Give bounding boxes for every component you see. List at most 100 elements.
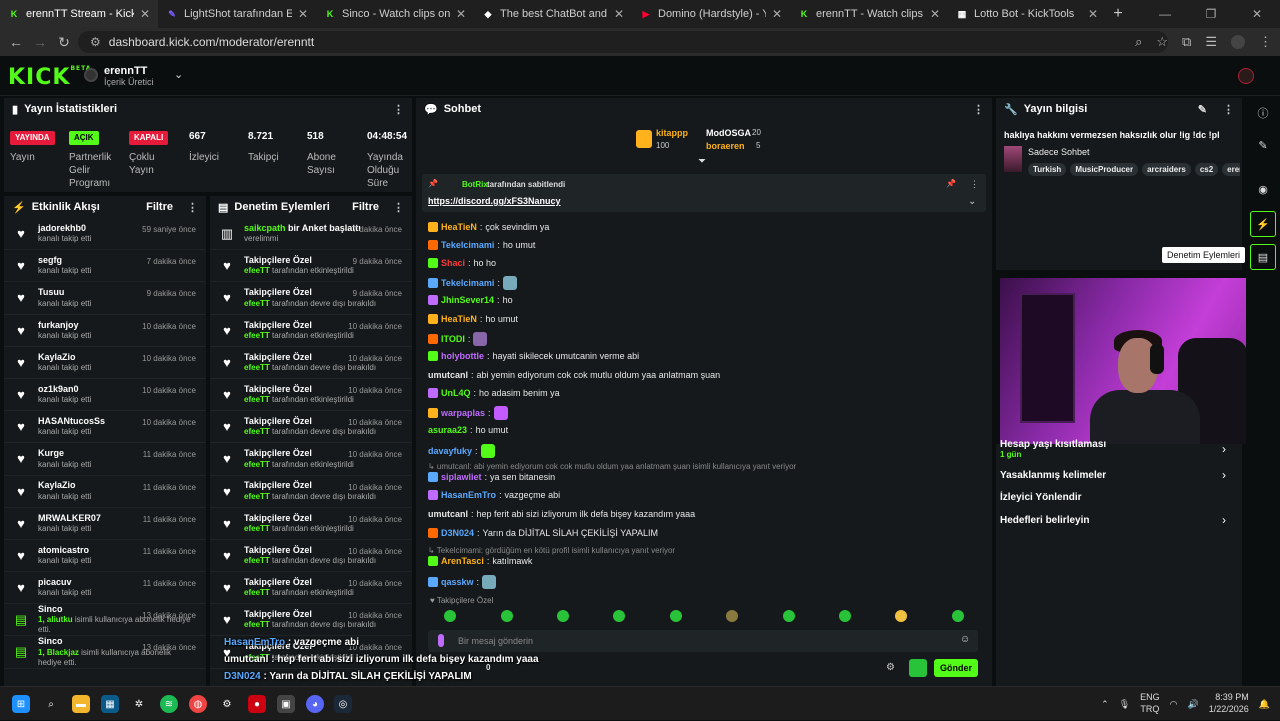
spotify-icon[interactable]: ≋ xyxy=(160,695,178,713)
clock[interactable]: 8:39 PM 1/22/2026 xyxy=(1209,692,1249,715)
tab-close-icon[interactable]: ✕ xyxy=(614,7,624,21)
mic-tray-icon[interactable]: 🎙 xyxy=(1119,699,1130,710)
quick-emote-icon[interactable] xyxy=(951,610,964,622)
pinned-link[interactable]: https://discord.gg/xFS3Nanucy xyxy=(428,196,561,206)
modlog-moderator[interactable]: efeeTT xyxy=(244,620,272,629)
chat-username[interactable]: asuraa23 xyxy=(428,425,467,435)
volume-icon[interactable]: 🔊 xyxy=(1188,699,1199,710)
modlog-moderator[interactable]: efeeTT xyxy=(244,556,272,565)
stats-menu-icon[interactable]: ⋮ xyxy=(393,103,404,116)
quick-emote-icon[interactable] xyxy=(556,610,569,622)
quick-emote-icon[interactable] xyxy=(895,610,908,622)
extensions-icon[interactable]: ⧉ xyxy=(1182,34,1191,50)
maximize-icon[interactable]: ❐ xyxy=(1188,0,1234,28)
chat-username[interactable]: Shaci xyxy=(441,258,465,268)
forward-icon[interactable]: → xyxy=(28,34,52,50)
quick-emote-icon[interactable] xyxy=(838,610,851,622)
chat-username[interactable]: Tekelcimami xyxy=(441,240,494,250)
obs-icon[interactable]: ● xyxy=(248,695,266,713)
chat-username[interactable]: umutcanl xyxy=(428,509,468,519)
chat-username[interactable]: JhinSever14 xyxy=(441,295,494,305)
mic-icon[interactable] xyxy=(438,634,444,647)
chat-username[interactable]: UnL4Q xyxy=(441,388,471,398)
modlog-moderator[interactable]: efeeTT xyxy=(244,395,272,404)
banned-words[interactable]: Yasaklanmış kelimeler xyxy=(1000,470,1106,481)
modlog-moderator[interactable]: efeeTT xyxy=(244,299,272,308)
viewer-redirect[interactable]: İzleyici Yönlendir xyxy=(1000,492,1082,503)
quick-emote-icon[interactable] xyxy=(444,610,457,622)
camera-icon[interactable]: ◉ xyxy=(1250,176,1276,202)
app-icon[interactable]: ⚙ xyxy=(218,695,236,713)
tab-close-icon[interactable]: ✕ xyxy=(140,7,150,21)
chevron-right-icon[interactable]: › xyxy=(1222,513,1226,527)
wifi-icon[interactable]: ◠ xyxy=(1170,699,1178,710)
quick-emote-icon[interactable] xyxy=(726,610,739,622)
profile-avatar[interactable] xyxy=(1231,35,1245,49)
chevron-down-icon[interactable]: ⌄ xyxy=(174,68,183,81)
chevron-right-icon[interactable]: › xyxy=(1222,442,1226,456)
back-icon[interactable]: ← xyxy=(4,34,28,50)
browser-menu-icon[interactable]: ⋮ xyxy=(1259,34,1272,50)
chevron-right-icon[interactable]: › xyxy=(1222,468,1226,482)
notification-icon[interactable]: 🔔 xyxy=(1259,699,1270,710)
search-icon[interactable]: ⌕ xyxy=(42,695,60,713)
file-explorer-icon[interactable]: ▬ xyxy=(72,695,90,713)
modlog-moderator[interactable]: efeeTT xyxy=(244,331,272,340)
unpin-icon[interactable]: 📌 xyxy=(946,179,956,188)
browser-tab[interactable]: ◆ The best ChatBot and Widgets ✕ xyxy=(474,0,632,28)
browser-tab[interactable]: ▦ Lotto Bot - KickTools ✕ xyxy=(948,0,1106,28)
expand-icon[interactable]: ⏷ xyxy=(698,156,706,167)
reload-icon[interactable]: ↻ xyxy=(52,34,76,51)
modlog-moderator[interactable]: efeeTT xyxy=(244,460,272,469)
new-tab-icon[interactable]: + xyxy=(1106,5,1130,23)
windows-start-icon[interactable]: ⊞ xyxy=(12,695,30,713)
lightning-icon[interactable]: ⚡ xyxy=(1250,211,1276,237)
chat-username[interactable]: HasanEmTro xyxy=(441,490,496,500)
quick-emote-icon[interactable] xyxy=(669,610,682,622)
modlog-moderator[interactable]: efeeTT xyxy=(244,588,272,597)
modlog-filter-button[interactable]: Filtre xyxy=(352,201,379,213)
store-icon[interactable]: ▦ xyxy=(101,695,119,713)
pencil-icon[interactable]: ✎ xyxy=(1250,132,1276,158)
stream-tag[interactable]: arcraiders xyxy=(1142,163,1191,176)
chat-username[interactable]: holybottle xyxy=(441,351,484,361)
browser-tab[interactable]: ✎ LightShot tarafından Ekran Gör ✕ xyxy=(158,0,316,28)
set-goals[interactable]: Hedefleri belirleyin xyxy=(1000,515,1089,526)
modlog-menu-icon[interactable]: ⋮ xyxy=(393,201,404,214)
top-user-name[interactable]: boraeren xyxy=(706,141,745,151)
chat-username[interactable]: davayfuky xyxy=(428,446,472,456)
browser-tab[interactable]: KerennTT - Watch clips on Kick ✕ xyxy=(790,0,948,28)
chat-username[interactable]: HeaTieN xyxy=(441,314,477,324)
stream-tag[interactable]: cs2 xyxy=(1194,163,1219,176)
modlog-moderator[interactable]: efeeTT xyxy=(244,492,272,501)
tab-close-icon[interactable]: ✕ xyxy=(456,7,466,21)
chat-input[interactable]: Bir mesaj gönderin ☺ xyxy=(428,630,978,652)
top-user-name[interactable]: ModOSGA xyxy=(706,128,751,138)
chat-username[interactable]: D3N024 xyxy=(441,528,474,538)
site-info-icon[interactable]: ⚙ xyxy=(90,35,101,49)
quick-emote-icon[interactable] xyxy=(613,610,626,622)
chat-username[interactable]: warpaplas xyxy=(441,408,485,418)
category-name[interactable]: Sadece Sohbet xyxy=(1028,147,1090,157)
activity-menu-icon[interactable]: ⋮ xyxy=(187,201,198,214)
tab-search-icon[interactable]: ☰ xyxy=(1205,34,1217,50)
modlog-moderator[interactable]: efeeTT xyxy=(244,266,272,275)
chevron-down-icon[interactable]: ⌄ xyxy=(968,196,976,207)
tab-close-icon[interactable]: ✕ xyxy=(298,7,308,21)
close-window-icon[interactable]: ✕ xyxy=(1234,0,1280,28)
chat-username[interactable]: Tekelcimami xyxy=(441,278,494,288)
modlog-moderator[interactable]: efeeTT xyxy=(244,427,272,436)
browser-tab[interactable]: ▶ Domino (Hardstyle) - YouTube ✕ xyxy=(632,0,790,28)
language-indicator[interactable]: ENG TRQ xyxy=(1140,692,1160,715)
chat-menu-icon[interactable]: ⋮ xyxy=(973,103,984,116)
tab-close-icon[interactable]: ✕ xyxy=(930,7,940,21)
chat-username[interactable]: HeaTieN xyxy=(441,222,477,232)
chat-username[interactable]: qasskw xyxy=(441,577,474,587)
chevron-up-icon[interactable]: ⌃ xyxy=(1101,699,1109,710)
pinned-menu-icon[interactable]: ⋮ xyxy=(970,179,979,190)
modlog-user[interactable]: saikcpath xyxy=(244,223,288,233)
account-age-restriction[interactable]: Hesap yaşı kısıtlaması xyxy=(1000,439,1106,450)
info-icon[interactable]: ⓘ xyxy=(1250,100,1276,126)
browser-tab[interactable]: KerennTT Stream - Kick Dashboar ✕ xyxy=(0,0,158,28)
settings-app-icon[interactable]: ✲ xyxy=(130,695,148,713)
